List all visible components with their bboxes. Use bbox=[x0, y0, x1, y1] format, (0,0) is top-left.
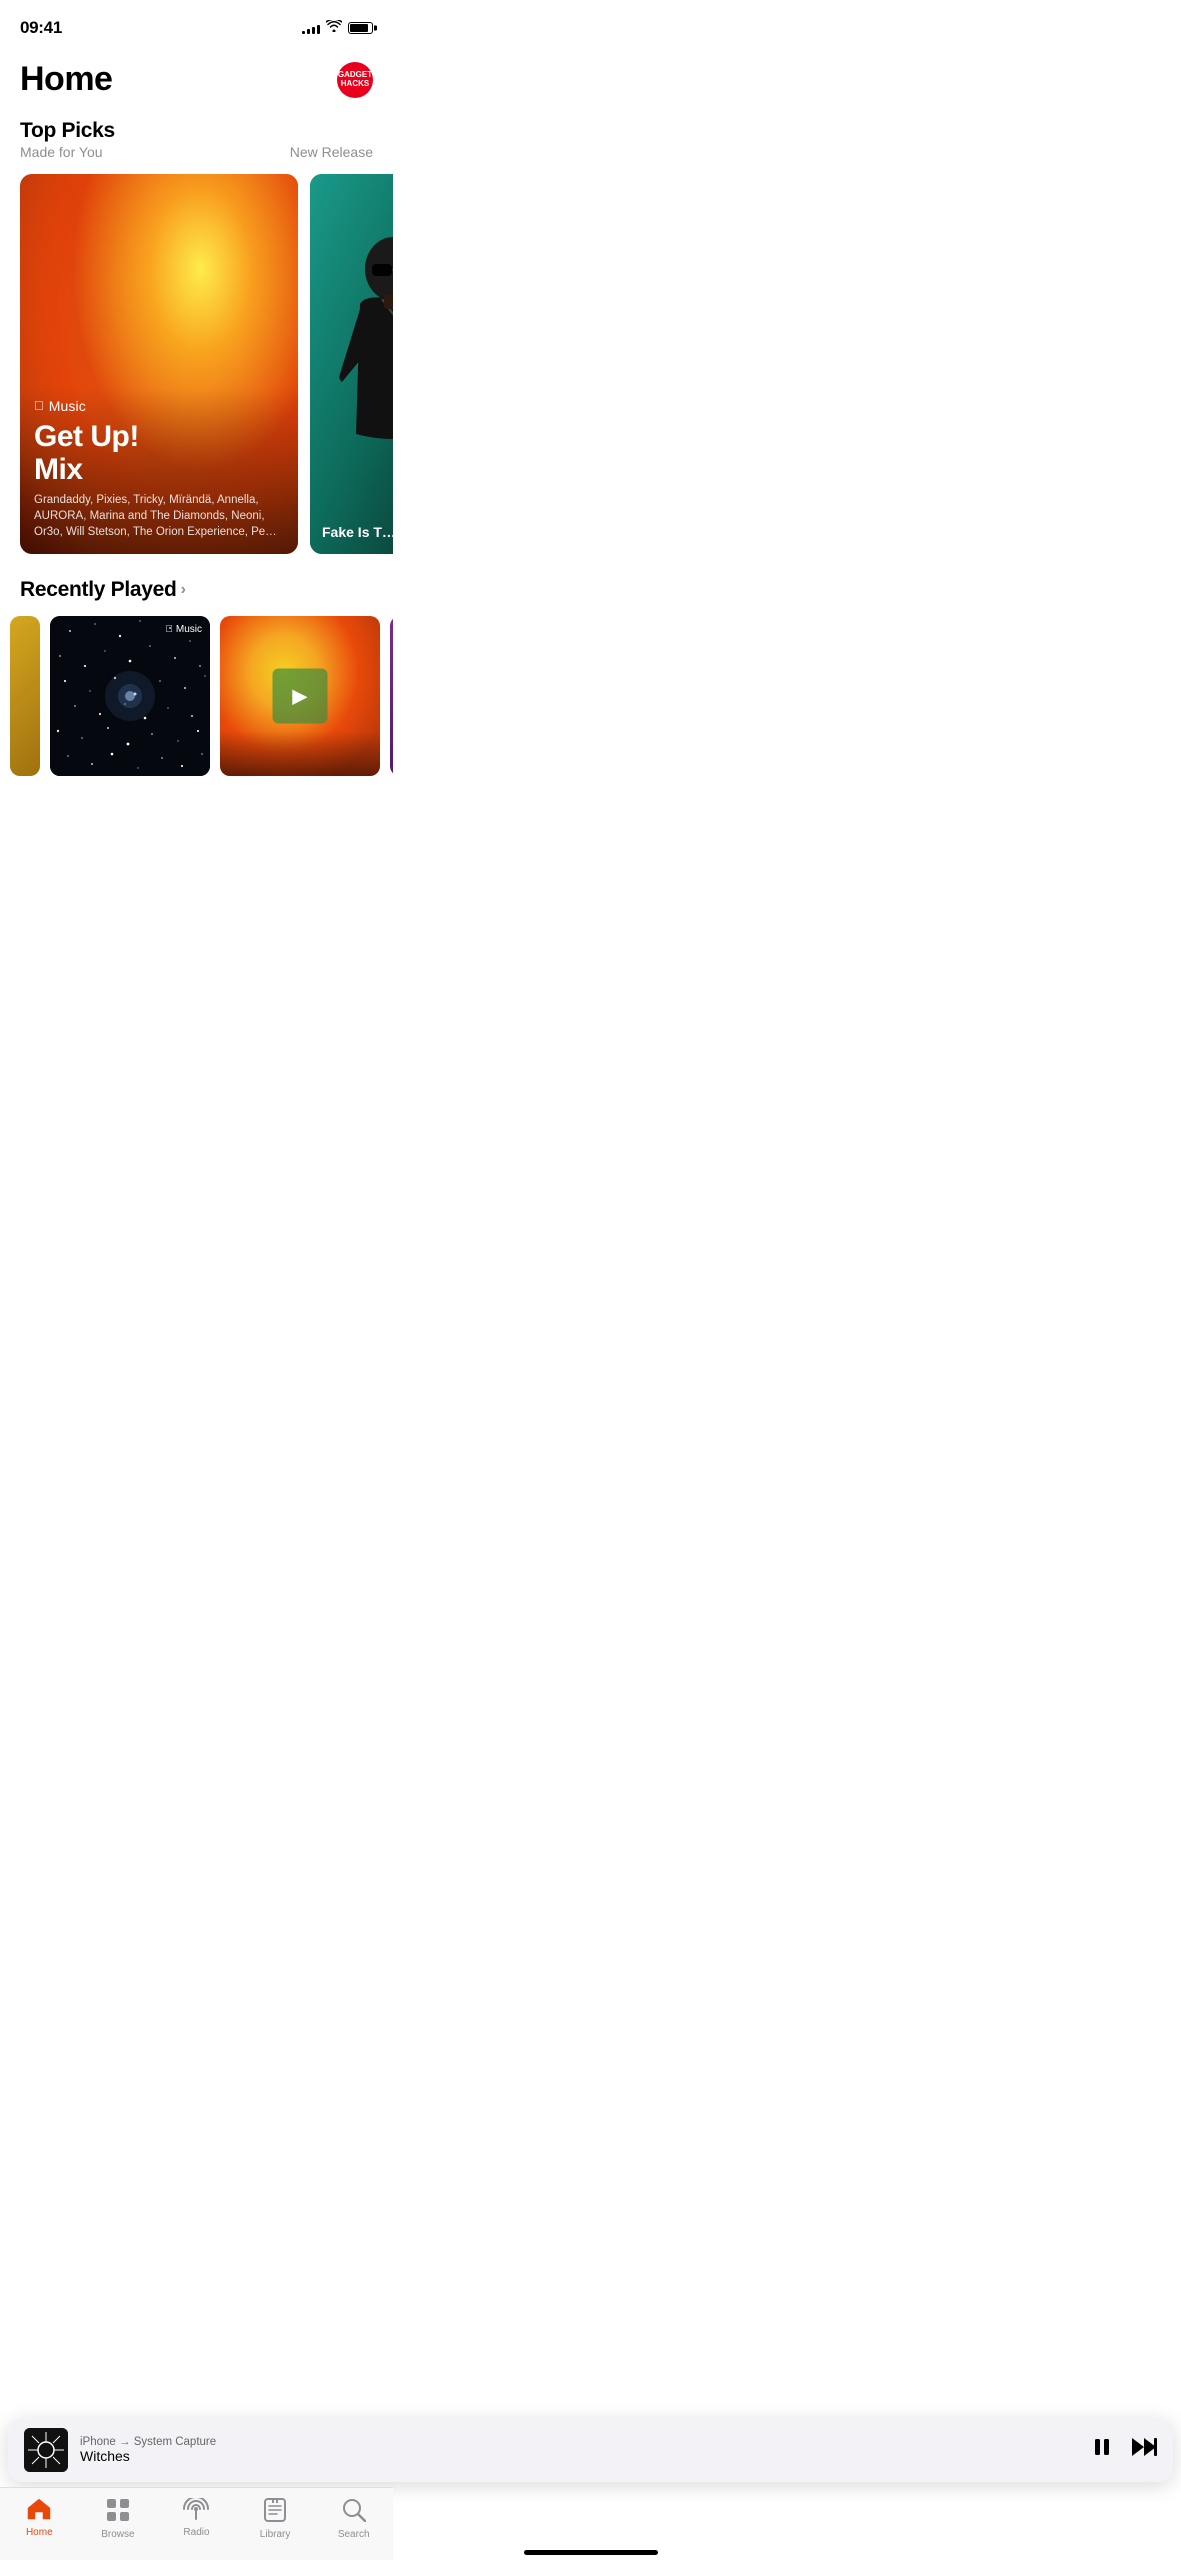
top-picks-scroll:  Music Get Up! Mix Grandaddy, Pixies, T… bbox=[0, 162, 393, 566]
apple-icon-small:  bbox=[165, 624, 173, 635]
browse-icon bbox=[106, 2498, 130, 2526]
pause-button[interactable] bbox=[1091, 2436, 1113, 2464]
new-release-card[interactable]: Fake Is T… bbox=[310, 174, 393, 554]
browse-label: Browse bbox=[101, 2529, 134, 2540]
orange-card-overlay bbox=[220, 731, 380, 776]
library-icon bbox=[264, 2498, 286, 2526]
status-bar: 09:41 bbox=[0, 0, 393, 50]
person-svg bbox=[310, 174, 393, 554]
stars-overlay bbox=[50, 616, 210, 776]
mini-player-controls bbox=[1091, 2436, 1157, 2464]
recently-played-scroll:  Music ▶ bbox=[0, 606, 393, 786]
artwork-inner bbox=[24, 2428, 68, 2472]
avatar[interactable]: GADGET HACKS bbox=[337, 62, 373, 98]
radio-label: Radio bbox=[183, 2527, 209, 2538]
page-header: Home GADGET HACKS bbox=[0, 50, 393, 115]
tab-bar: Home Browse Radio bbox=[0, 2487, 393, 2560]
recently-played-section: Recently Played › bbox=[0, 566, 393, 790]
made-for-you-label: Made for You bbox=[20, 144, 103, 160]
tab-radio[interactable]: Radio bbox=[157, 2498, 236, 2538]
recently-played-header[interactable]: Recently Played › bbox=[0, 574, 393, 606]
card-description: Grandaddy, Pixies, Tricky, Mïrändä, Anne… bbox=[34, 492, 284, 540]
recent-card-orange[interactable]: ▶ bbox=[220, 616, 380, 776]
page-title: Home bbox=[20, 60, 112, 99]
tab-search[interactable]: Search bbox=[314, 2498, 393, 2540]
tab-browse[interactable]: Browse bbox=[79, 2498, 158, 2540]
get-up-mix-card[interactable]:  Music Get Up! Mix Grandaddy, Pixies, T… bbox=[20, 174, 298, 554]
tab-library[interactable]: Library bbox=[236, 2498, 315, 2540]
recent-card-partial-left[interactable] bbox=[10, 616, 40, 776]
recent-card-partial-right[interactable] bbox=[390, 616, 393, 776]
mini-player[interactable]: iPhone → System Capture Witches bbox=[8, 2418, 1173, 2482]
recent-card-stars[interactable]:  Music bbox=[50, 616, 210, 776]
tab-home[interactable]: Home bbox=[0, 2498, 79, 2538]
card-badge-text: Music bbox=[49, 398, 86, 414]
search-label: Search bbox=[338, 2529, 370, 2540]
avatar-text: GADGET HACKS bbox=[338, 71, 372, 89]
search-icon bbox=[342, 2498, 366, 2526]
playing-indicator: ▶ bbox=[273, 669, 328, 724]
radio-icon bbox=[183, 2498, 209, 2524]
card-secondary-overlay: Fake Is T… bbox=[310, 514, 393, 554]
card-overlay:  Music Get Up! Mix Grandaddy, Pixies, T… bbox=[20, 388, 298, 554]
apple-music-badge:  Music bbox=[34, 398, 284, 414]
top-picks-subtitle-row: Made for You New Release bbox=[20, 144, 373, 160]
skip-forward-button[interactable] bbox=[1131, 2436, 1157, 2464]
mini-player-artwork bbox=[24, 2428, 68, 2472]
home-icon bbox=[27, 2498, 51, 2524]
top-picks-header: Top Picks Made for You New Release bbox=[0, 115, 393, 162]
library-label: Library bbox=[260, 2529, 291, 2540]
new-release-link[interactable]: New Release bbox=[290, 144, 373, 160]
recently-played-title: Recently Played bbox=[20, 578, 177, 602]
stars-card-badge:  Music bbox=[165, 624, 202, 635]
card-title: Get Up! Mix bbox=[34, 420, 284, 486]
play-icon: ▶ bbox=[292, 684, 307, 709]
top-picks-title: Top Picks bbox=[20, 119, 373, 143]
status-time: 09:41 bbox=[20, 18, 62, 38]
mini-player-route: iPhone → System Capture bbox=[80, 2436, 1079, 2448]
wifi-icon bbox=[326, 19, 342, 37]
card-secondary-title: Fake Is T… bbox=[322, 524, 393, 540]
apple-music-badge-text: Music bbox=[176, 624, 202, 635]
teal-card-bg bbox=[310, 174, 393, 554]
mini-player-song: Witches bbox=[80, 2448, 1079, 2464]
status-icons bbox=[302, 19, 373, 37]
recently-played-chevron: › bbox=[181, 581, 186, 599]
mini-player-info: iPhone → System Capture Witches bbox=[80, 2436, 1079, 2464]
home-indicator bbox=[524, 2550, 658, 2555]
home-label: Home bbox=[26, 2527, 53, 2538]
signal-icon bbox=[302, 22, 320, 34]
battery-icon bbox=[348, 22, 373, 34]
apple-logo-icon:  bbox=[34, 398, 44, 413]
